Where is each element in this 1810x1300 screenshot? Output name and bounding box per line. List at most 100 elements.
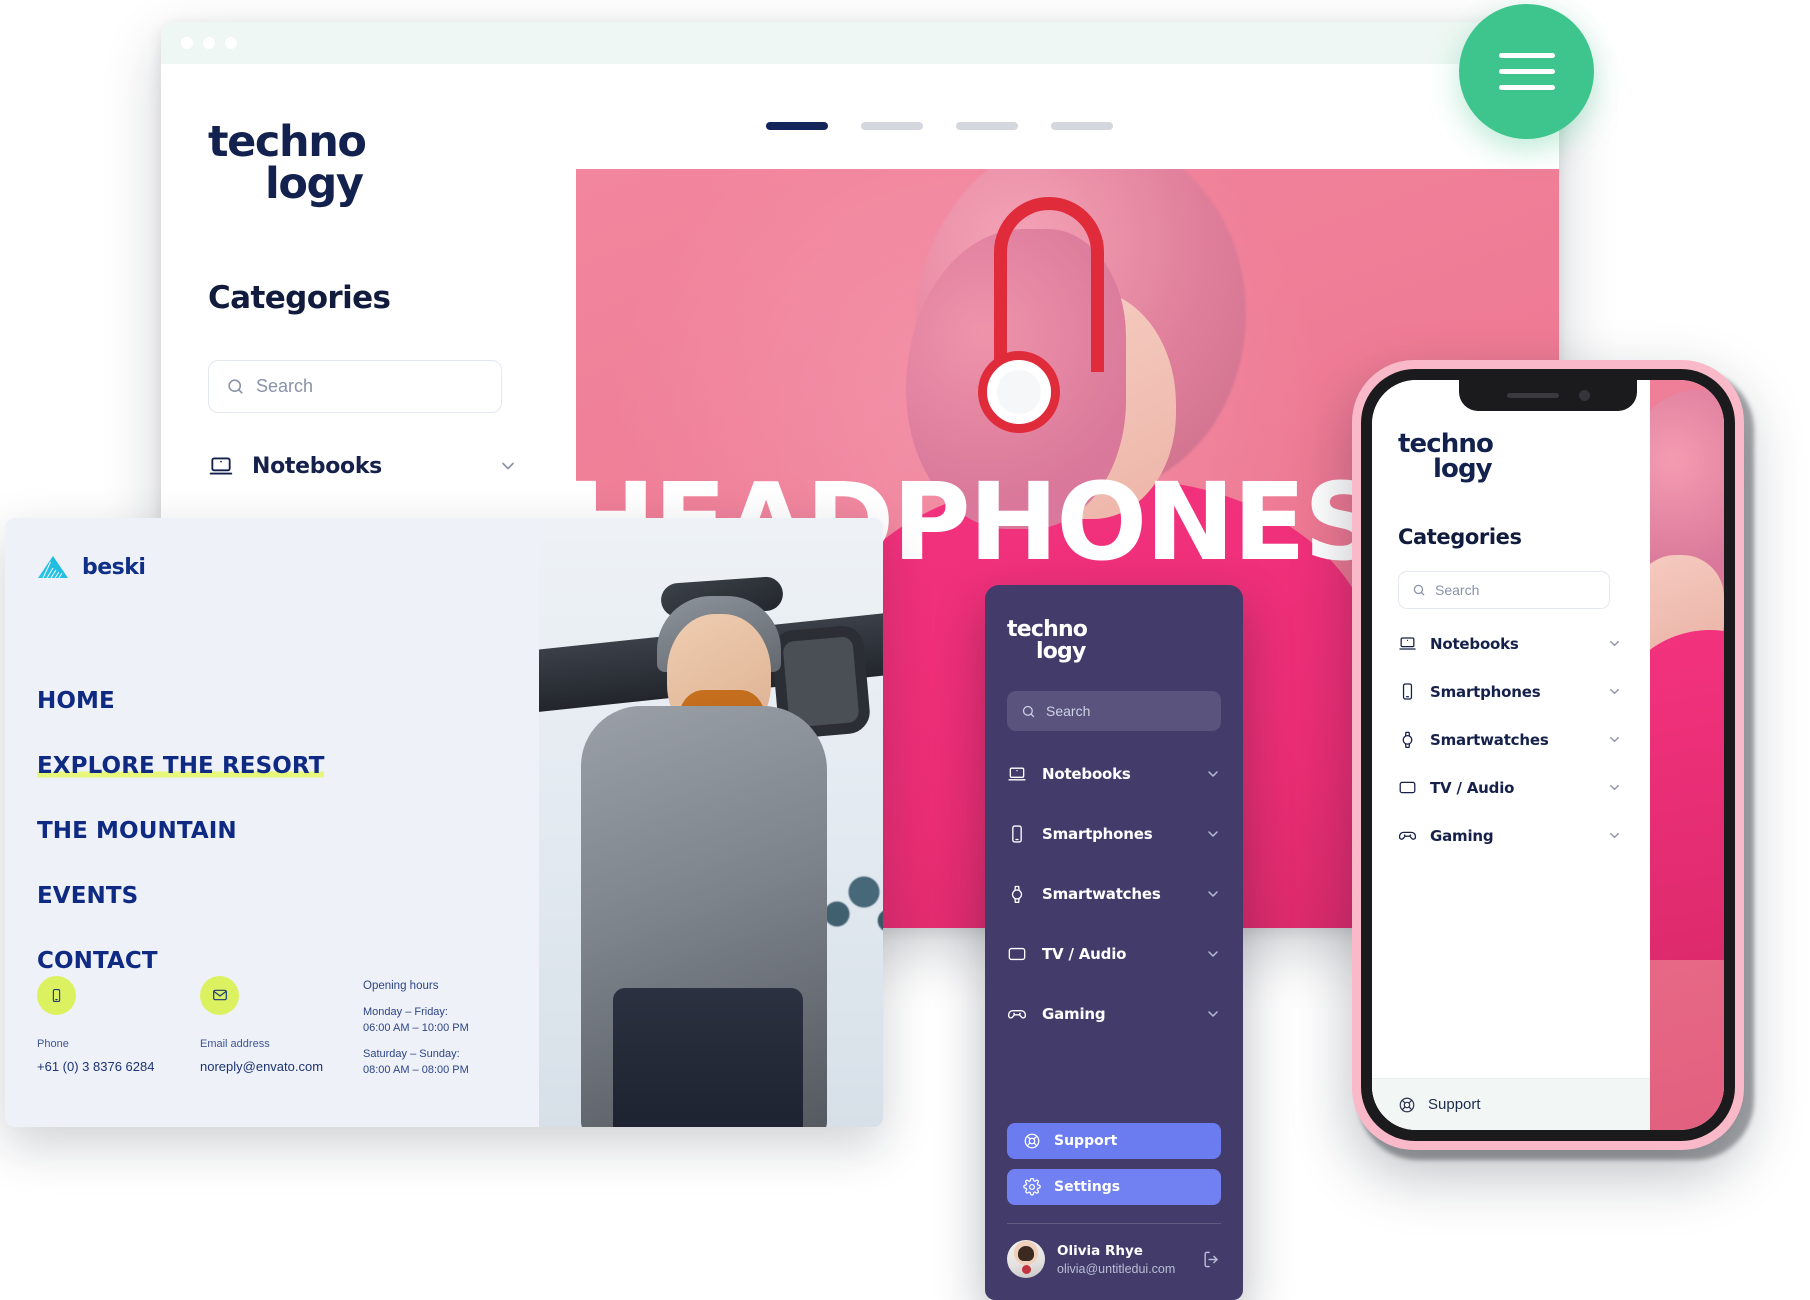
chevron-down-icon[interactable] — [1607, 684, 1622, 699]
chevron-down-icon[interactable] — [1607, 828, 1622, 843]
dark-item-tv-audio[interactable]: TV / Audio — [1007, 937, 1221, 971]
chevron-down-icon[interactable] — [1607, 780, 1622, 795]
dark-item-smartphones[interactable]: Smartphones — [1007, 817, 1221, 851]
dark-search-input[interactable]: Search — [1007, 691, 1221, 731]
chevron-down-icon[interactable] — [1205, 946, 1221, 962]
phone-item-label: TV / Audio — [1430, 778, 1515, 797]
front-camera-icon — [1578, 390, 1590, 401]
smartphone-icon — [1007, 824, 1027, 844]
carousel-dot-3[interactable] — [956, 122, 1018, 130]
phone-category-list: Notebooks Smartphones Smartwatches TV / … — [1398, 634, 1650, 845]
nav-item-events[interactable]: EVENTS — [37, 883, 138, 909]
phone-technology-logo[interactable]: techno logy — [1398, 429, 1650, 483]
search-icon — [1021, 704, 1036, 719]
mockup-stage: techno logy Categories Search Notebooks … — [0, 0, 1810, 1300]
chevron-down-icon[interactable] — [1205, 886, 1221, 902]
nav-item-contact[interactable]: CONTACT — [37, 948, 158, 974]
phone-search-placeholder: Search — [1435, 582, 1480, 598]
beski-footer-panel: beski HOME EXPLORE THE RESORT THE MOUNTA… — [5, 518, 883, 1127]
phone-search-input[interactable]: Search — [1398, 571, 1610, 609]
chevron-down-icon[interactable] — [1205, 826, 1221, 842]
lifebuoy-icon — [1398, 1096, 1416, 1114]
phone-logo-line-1: techno — [1398, 429, 1494, 459]
phone-mockup: techno logy Categories Search Notebooks … — [1352, 360, 1744, 1150]
hamburger-bar-3 — [1498, 85, 1555, 90]
phone-categories-heading: Categories — [1398, 525, 1522, 549]
carousel-dots[interactable] — [766, 122, 1113, 130]
contact-phone-label: Phone — [37, 1037, 69, 1050]
opening-hours: Opening hours Monday – Friday: 06:00 AM … — [363, 976, 469, 1089]
phone-item-smartwatches[interactable]: Smartwatches — [1398, 730, 1622, 749]
contact-phone-value[interactable]: +61 (0) 3 8376 6284 — [37, 1059, 200, 1074]
phone-item-smartphones[interactable]: Smartphones — [1398, 682, 1622, 701]
settings-button-label: Settings — [1054, 1179, 1121, 1195]
lifebuoy-icon — [1023, 1132, 1041, 1150]
beski-nav: HOME EXPLORE THE RESORT THE MOUNTAIN EVE… — [37, 688, 539, 974]
phone-model-hoodie — [1650, 630, 1724, 960]
browser-titlebar — [161, 22, 1559, 64]
dark-item-smartwatches[interactable]: Smartwatches — [1007, 877, 1221, 911]
dark-item-notebooks[interactable]: Notebooks — [1007, 757, 1221, 791]
search-icon — [1412, 583, 1426, 597]
contact-email-value[interactable]: noreply@envato.com — [200, 1059, 363, 1074]
sidebar-item-notebooks[interactable]: Notebooks — [208, 453, 518, 479]
phone-item-gaming[interactable]: Gaming — [1398, 826, 1622, 845]
photo-trousers — [613, 988, 803, 1127]
opening-hours-weekday: Monday – Friday: 06:00 AM – 10:00 PM — [363, 1005, 469, 1037]
divider — [1007, 1223, 1221, 1224]
window-minimize-dot[interactable] — [203, 37, 215, 49]
search-input[interactable]: Search — [208, 360, 502, 413]
contact-email: Email address noreply@envato.com — [200, 975, 363, 1089]
phone-notch — [1459, 380, 1637, 411]
dark-actions: Support Settings Olivia Rhye olivia@unti… — [1007, 1123, 1221, 1300]
snowboarder-photo — [539, 518, 883, 1127]
carousel-dot-1[interactable] — [766, 122, 828, 130]
contact-phone: Phone +61 (0) 3 8376 6284 — [37, 975, 200, 1089]
dark-item-label: TV / Audio — [1042, 945, 1127, 963]
dark-item-label: Notebooks — [1042, 765, 1131, 783]
phone-support-button[interactable]: Support — [1372, 1078, 1650, 1130]
weekend-days: Saturday – Sunday: — [363, 1048, 460, 1061]
carousel-dot-2[interactable] — [861, 122, 923, 130]
phone-bezel: techno logy Categories Search Notebooks … — [1361, 369, 1735, 1141]
hamburger-menu-icon[interactable] — [1459, 4, 1594, 139]
chevron-down-icon[interactable] — [1205, 1006, 1221, 1022]
settings-button[interactable]: Settings — [1007, 1169, 1221, 1205]
phone-item-tv-audio[interactable]: TV / Audio — [1398, 778, 1622, 797]
logout-icon[interactable] — [1202, 1250, 1221, 1269]
avatar — [1007, 1240, 1045, 1278]
opening-hours-weekend: Saturday – Sunday: 08:00 AM – 08:00 PM — [363, 1047, 469, 1079]
carousel-dot-4[interactable] — [1051, 122, 1113, 130]
laptop-icon — [1007, 764, 1027, 784]
nav-item-explore-the-resort[interactable]: EXPLORE THE RESORT — [37, 753, 325, 779]
beski-nav-column: beski HOME EXPLORE THE RESORT THE MOUNTA… — [5, 518, 539, 1127]
gamepad-icon — [1398, 826, 1417, 845]
smartphone-icon — [1398, 682, 1417, 701]
support-button[interactable]: Support — [1007, 1123, 1221, 1159]
search-icon — [226, 377, 245, 396]
tv-icon — [1398, 778, 1417, 797]
phone-item-notebooks[interactable]: Notebooks — [1398, 634, 1622, 653]
categories-heading: Categories — [208, 280, 391, 316]
chevron-down-icon[interactable] — [498, 456, 518, 476]
chevron-down-icon[interactable] — [1607, 636, 1622, 651]
chevron-down-icon[interactable] — [1205, 766, 1221, 782]
hamburger-bar-1 — [1498, 53, 1555, 58]
nav-item-the-mountain[interactable]: THE MOUNTAIN — [37, 818, 237, 844]
technology-logo[interactable]: techno logy — [208, 121, 576, 207]
phone-item-label: Gaming — [1430, 826, 1494, 845]
user-profile[interactable]: Olivia Rhye olivia@untitledui.com — [1007, 1240, 1221, 1300]
dark-item-label: Smartwatches — [1042, 885, 1161, 903]
nav-item-home[interactable]: HOME — [37, 688, 115, 714]
phone-item-label: Smartwatches — [1430, 730, 1549, 749]
chevron-down-icon[interactable] — [1607, 732, 1622, 747]
dark-category-list: Notebooks Smartphones Smartwatches TV / … — [1007, 757, 1221, 1057]
beski-contact-row: Phone +61 (0) 3 8376 6284 Email address … — [37, 975, 519, 1089]
dark-technology-logo[interactable]: techno logy — [1007, 619, 1221, 664]
dark-item-gaming[interactable]: Gaming — [1007, 997, 1221, 1031]
window-close-dot[interactable] — [181, 37, 193, 49]
headphone-earcup — [978, 351, 1060, 433]
window-maximize-dot[interactable] — [225, 37, 237, 49]
beski-logo[interactable]: beski — [37, 554, 539, 580]
contact-email-label: Email address — [200, 1037, 270, 1050]
